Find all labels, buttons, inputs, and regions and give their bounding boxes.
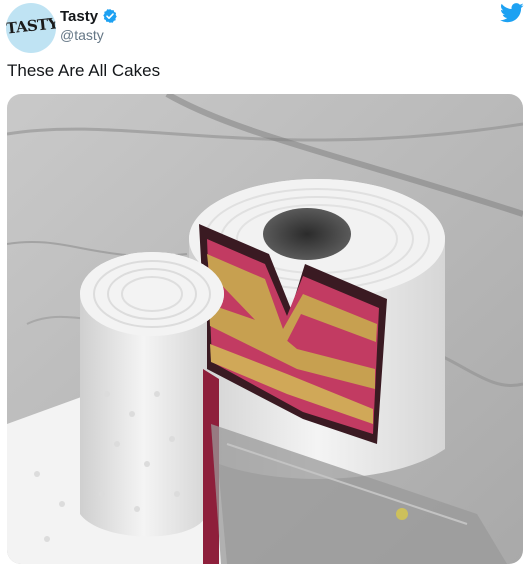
- tweet-text: These Are All Cakes: [7, 61, 161, 80]
- user-handle[interactable]: @tasty: [60, 27, 104, 43]
- twitter-bird-icon[interactable]: [500, 3, 524, 23]
- verified-badge-icon: [103, 9, 117, 23]
- toilet-paper-cake-photo: [7, 94, 523, 564]
- avatar[interactable]: TASTY: [6, 3, 56, 53]
- display-name[interactable]: Tasty: [60, 8, 98, 25]
- tweet-header: TASTY Tasty @tasty: [0, 0, 530, 55]
- name-row: Tasty: [60, 7, 118, 25]
- avatar-logo-text: TASTY: [6, 14, 56, 38]
- tweet-media-image[interactable]: [7, 94, 523, 564]
